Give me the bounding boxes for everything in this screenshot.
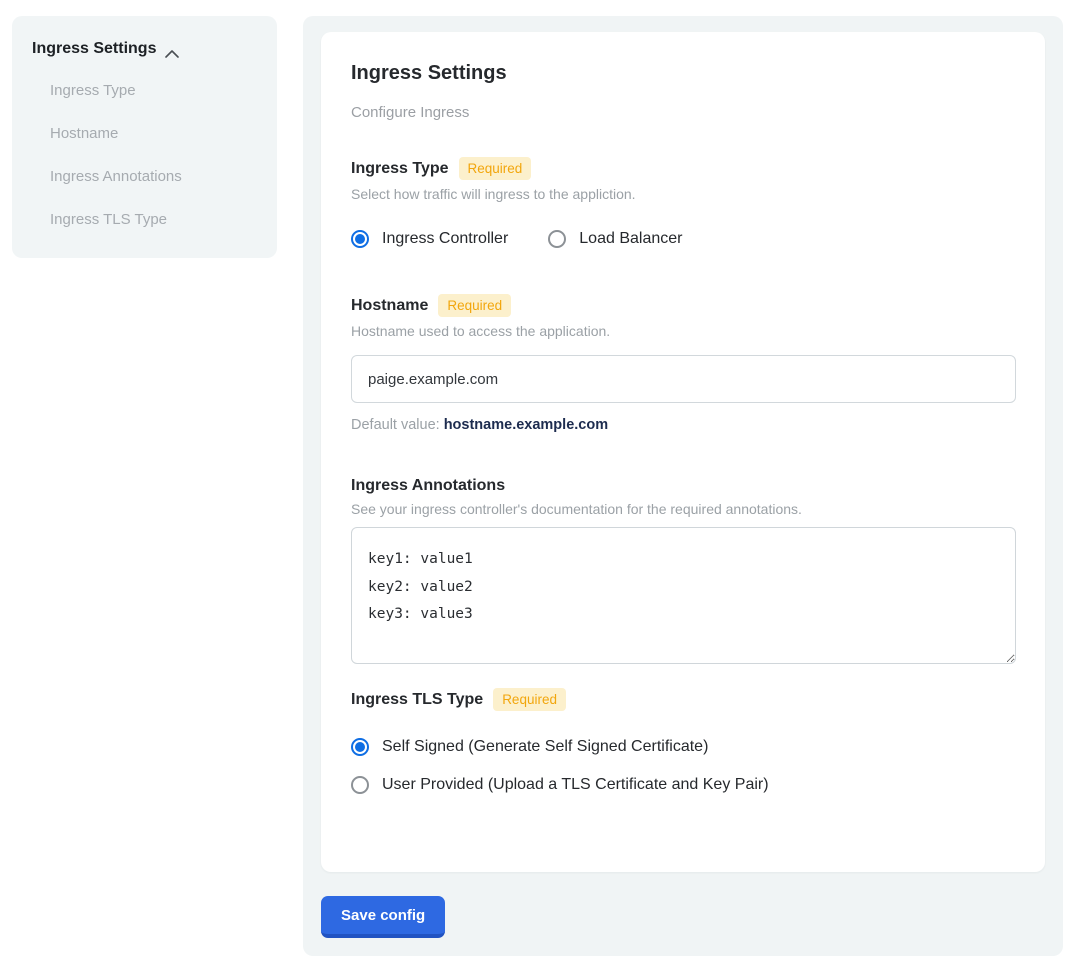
page-title: Ingress Settings [351,62,1015,85]
sidebar-item-ingress-tls-type[interactable]: Ingress TLS Type [50,211,257,228]
field-ingress-annotations: Ingress Annotations See your ingress con… [351,477,1015,664]
page-layout: Ingress Settings Ingress Type Hostname I… [0,0,1090,972]
radio-label-ingress-controller: Ingress Controller [382,230,508,248]
radio-option-user-provided[interactable]: User Provided (Upload a TLS Certificate … [351,776,1015,794]
radio-label-self-signed: Self Signed (Generate Self Signed Certif… [382,738,708,756]
ingress-settings-panel: Ingress Settings Configure Ingress Ingre… [303,16,1063,956]
sidebar-header-ingress-settings[interactable]: Ingress Settings [32,40,257,58]
sidebar-item-hostname[interactable]: Hostname [50,125,257,142]
ingress-annotations-label: Ingress Annotations [351,477,505,495]
ingress-annotations-help: See your ingress controller's documentat… [351,501,1015,517]
save-config-button[interactable]: Save config [321,896,445,938]
field-ingress-type: Ingress Type Required Select how traffic… [351,157,1015,248]
radio-button-ingress-controller[interactable] [351,230,369,248]
required-badge: Required [459,157,532,180]
radio-label-user-provided: User Provided (Upload a TLS Certificate … [382,776,769,794]
radio-option-self-signed[interactable]: Self Signed (Generate Self Signed Certif… [351,738,1015,756]
ingress-type-label: Ingress Type [351,160,449,178]
hostname-help: Hostname used to access the application. [351,323,1015,339]
field-hostname: Hostname Required Hostname used to acces… [351,294,1015,433]
radio-option-load-balancer[interactable]: Load Balancer [548,230,682,248]
sidebar-item-ingress-annotations[interactable]: Ingress Annotations [50,168,257,185]
hostname-default-value: hostname.example.com [444,417,608,433]
ingress-settings-card: Ingress Settings Configure Ingress Ingre… [321,32,1045,872]
radio-button-user-provided[interactable] [351,776,369,794]
sidebar-item-list: Ingress Type Hostname Ingress Annotation… [32,82,257,228]
required-badge: Required [493,688,566,711]
radio-button-self-signed[interactable] [351,738,369,756]
page-subtitle: Configure Ingress [351,104,1015,121]
chevron-up-icon [165,45,179,53]
radio-button-load-balancer[interactable] [548,230,566,248]
ingress-annotations-textarea[interactable]: key1: value1 key2: value2 key3: value3 [351,527,1016,664]
ingress-tls-type-label: Ingress TLS Type [351,691,483,709]
hostname-input[interactable] [351,355,1016,403]
radio-option-ingress-controller[interactable]: Ingress Controller [351,230,508,248]
radio-label-load-balancer: Load Balancer [579,230,682,248]
ingress-type-options: Ingress Controller Load Balancer [351,230,1015,248]
field-ingress-tls-type: Ingress TLS Type Required Self Signed (G… [351,688,1015,794]
ingress-settings-sidebar: Ingress Settings Ingress Type Hostname I… [12,16,277,258]
sidebar-item-ingress-type[interactable]: Ingress Type [50,82,257,99]
ingress-tls-type-options: Self Signed (Generate Self Signed Certif… [351,738,1015,794]
required-badge: Required [438,294,511,317]
hostname-default-line: Default value: hostname.example.com [351,417,1015,433]
hostname-label: Hostname [351,297,428,315]
ingress-type-help: Select how traffic will ingress to the a… [351,186,1015,202]
sidebar-header-label: Ingress Settings [32,40,156,58]
hostname-default-prefix: Default value: [351,417,444,433]
